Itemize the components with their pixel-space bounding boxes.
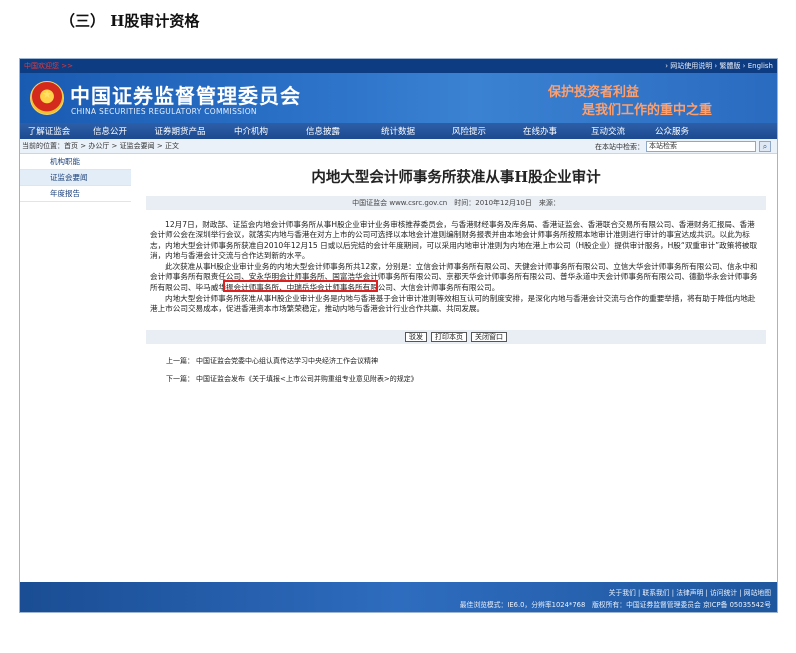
next-label: 下一篇： — [166, 374, 194, 383]
nav-item[interactable]: 证券期货产品 — [142, 125, 218, 137]
document-heading: （三） H股审计资格 — [60, 12, 200, 30]
highlight-box — [223, 280, 378, 292]
national-emblem-icon: ★ — [30, 81, 64, 115]
nav-item[interactable]: 在线办事 — [504, 125, 576, 137]
sidebar-item-annual-report[interactable]: 年度报告 — [20, 186, 131, 202]
article-meta: 中国证监会 www.csrc.gov.cn 时间：2010年12月10日 来源： — [146, 196, 766, 210]
article-paragraph: 12月7日，财政部、证监会内地会计师事务所从事H股企业审计业务审核推荐委员会，与… — [150, 220, 758, 260]
sidebar: 机构职能 证监会要闻 年度报告 — [20, 154, 131, 202]
nav-item[interactable]: 互动交流 — [576, 125, 640, 137]
browser-page: 中国欢迎您 >> › 网站使用说明 › 繁體版 › English ★ 中国证券… — [19, 58, 778, 613]
welcome-text: 中国欢迎您 >> — [24, 62, 73, 70]
nav-item[interactable]: 公众服务 — [640, 125, 704, 137]
top-bar: 中国欢迎您 >> › 网站使用说明 › 繁體版 › English — [20, 59, 777, 73]
sidebar-item-functions[interactable]: 机构职能 — [20, 154, 131, 170]
prev-next: 上一篇： 中国证监会党委中心组认真传达学习中央经济工作会议精神 下一篇： 中国证… — [166, 352, 776, 388]
article-title: 内地大型会计师事务所获准从事H股企业审计 — [311, 169, 601, 186]
search-input[interactable]: 本站检索 — [646, 141, 756, 152]
search-label: 在本站中检索： — [595, 142, 644, 151]
article-actions: 驳发 打印本页 关闭窗口 — [146, 329, 766, 344]
site-banner: ★ 中国证券监督管理委员会 CHINA SECURITIES REGULATOR… — [20, 73, 777, 123]
forward-button[interactable]: 驳发 — [405, 331, 427, 342]
nav-item[interactable]: 了解证监会 — [20, 125, 78, 137]
slogan-line-2: 是我们工作的重中之重 — [582, 103, 713, 118]
breadcrumb-bar: 当前的位置：首页 > 办公厅 > 证监会要闻 > 正文 在本站中检索： 本站检索… — [20, 139, 777, 154]
site-title[interactable]: 中国证券监督管理委员会 — [70, 80, 301, 109]
footer-info: 最佳浏览模式：IE6.0，分辨率1024*768 版权所有：中国证券监督管理委员… — [459, 601, 771, 609]
site-title-english: CHINA SECURITIES REGULATORY COMMISSION — [71, 107, 257, 116]
nav-item[interactable]: 中介机构 — [218, 125, 284, 137]
content-area: 机构职能 证监会要闻 年度报告 内地大型会计师事务所获准从事H股企业审计 中国证… — [20, 154, 777, 582]
slogan-line-1: 保护投资者利益 — [548, 85, 640, 100]
article: 内地大型会计师事务所获准从事H股企业审计 中国证监会 www.csrc.gov.… — [136, 154, 776, 388]
print-button[interactable]: 打印本页 — [431, 331, 467, 342]
site-search: 在本站中检索： 本站检索 ⌕ — [595, 141, 771, 152]
breadcrumb[interactable]: 当前的位置：首页 > 办公厅 > 证监会要闻 > 正文 — [22, 141, 179, 151]
prev-article-link[interactable]: 中国证监会党委中心组认真传达学习中央经济工作会议精神 — [196, 356, 378, 366]
search-icon[interactable]: ⌕ — [759, 141, 771, 152]
next-article-link[interactable]: 中国证监会发布《关于填报<上市公司并购重组专业意见附表>的规定》 — [196, 374, 418, 384]
nav-item[interactable]: 信息公开 — [78, 125, 142, 137]
close-window-button[interactable]: 关闭窗口 — [471, 331, 507, 342]
nav-item[interactable]: 信息披露 — [284, 125, 362, 137]
nav-item[interactable]: 风险提示 — [434, 125, 504, 137]
main-nav: 了解证监会 信息公开 证券期货产品 中介机构 信息披露 统计数据 风险提示 在线… — [20, 123, 777, 139]
article-paragraph: 内地大型会计师事务所获准从事H股企业审计业务是内地与香港基于会计审计准则等效相互… — [150, 294, 756, 314]
sidebar-item-news[interactable]: 证监会要闻 — [20, 170, 131, 186]
footer: 关于我们 | 联系我们 | 法律声明 | 访问统计 | 网站地图 最佳浏览模式：… — [20, 582, 777, 612]
prev-label: 上一篇： — [166, 356, 194, 365]
article-body: 12月7日，财政部、证监会内地会计师事务所从事H股企业审计业务审核推荐委员会，与… — [150, 220, 760, 315]
footer-links[interactable]: 关于我们 | 联系我们 | 法律声明 | 访问统计 | 网站地图 — [609, 587, 771, 597]
nav-item[interactable]: 统计数据 — [362, 125, 434, 137]
top-links[interactable]: › 网站使用说明 › 繁體版 › English — [665, 61, 773, 71]
